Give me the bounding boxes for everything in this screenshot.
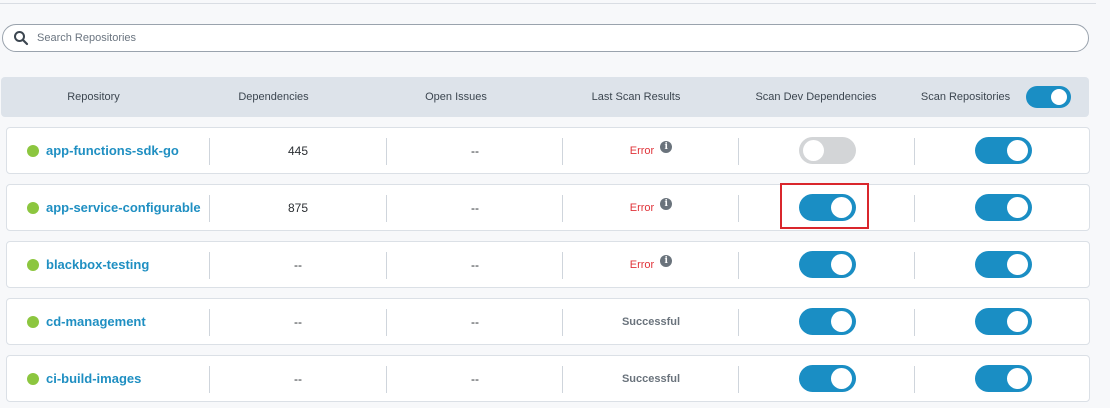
info-icon[interactable]: i — [660, 140, 673, 153]
toggle-knob — [1006, 197, 1028, 218]
last-scan-status: Error — [629, 201, 655, 214]
last-scan-status: Error — [629, 258, 655, 271]
repository-cell: cd-management — [27, 299, 217, 344]
dependencies-cell: 445 — [210, 128, 386, 173]
open-issues-value: -- — [471, 200, 479, 215]
last-scan-status: Successful — [621, 372, 681, 385]
last-scan-cell: Error i — [563, 185, 739, 230]
info-icon[interactable]: i — [660, 197, 673, 210]
status-dot-icon — [27, 144, 39, 157]
table-row[interactable]: blackbox-testing -- -- Error i — [6, 241, 1090, 288]
toggle-knob — [1051, 89, 1067, 105]
toggle-knob — [830, 368, 852, 389]
column-header-last-scan-results[interactable]: Last Scan Results — [551, 77, 721, 117]
repository-name-link[interactable]: blackbox-testing — [46, 257, 149, 272]
last-scan-cell: Error i — [563, 242, 739, 287]
scan-repository-toggle[interactable] — [974, 365, 1032, 392]
open-issues-cell: -- — [387, 356, 563, 401]
scan-repo-cell — [915, 242, 1091, 287]
search-bar[interactable] — [2, 24, 1089, 52]
repositories-page: Repository Dependencies Open Issues Last… — [0, 0, 1110, 408]
status-dot-icon — [27, 315, 39, 328]
info-icon[interactable]: i — [660, 254, 673, 267]
divider — [0, 3, 1096, 4]
column-header-repository[interactable]: Repository — [1, 77, 186, 117]
table-row[interactable]: app-service-configurable 875 -- Error i — [6, 184, 1090, 231]
repository-cell: app-functions-sdk-go — [27, 128, 217, 173]
dependencies-value: -- — [294, 314, 302, 329]
column-header-dependencies[interactable]: Dependencies — [186, 77, 361, 117]
repository-cell: blackbox-testing — [27, 242, 217, 287]
open-issues-value: -- — [471, 143, 479, 158]
scan-dev-cell — [739, 242, 915, 287]
scan-repository-toggle[interactable] — [974, 308, 1032, 335]
scan-repository-toggle[interactable] — [974, 137, 1032, 164]
toggle-knob — [830, 254, 852, 275]
repository-name-link[interactable]: ci-build-images — [46, 371, 141, 386]
toggle-knob — [802, 140, 824, 161]
dependencies-value: 875 — [287, 200, 309, 215]
status-dot-icon — [27, 201, 39, 214]
dependencies-value: -- — [294, 371, 302, 386]
column-header-open-issues[interactable]: Open Issues — [361, 77, 551, 117]
scan-all-repositories-toggle[interactable] — [1026, 86, 1071, 108]
dependencies-value: 445 — [287, 143, 309, 158]
dependencies-cell: -- — [210, 356, 386, 401]
scan-repository-toggle[interactable] — [974, 194, 1032, 221]
toggle-knob — [1006, 140, 1028, 161]
status-dot-icon — [27, 258, 39, 271]
repository-cell: app-service-configurable — [27, 185, 217, 230]
last-scan-cell: Error i — [563, 128, 739, 173]
scan-repository-toggle[interactable] — [974, 251, 1032, 278]
toggle-knob — [1006, 368, 1028, 389]
open-issues-value: -- — [471, 371, 479, 386]
search-icon — [14, 31, 29, 46]
toggle-knob — [1006, 254, 1028, 275]
open-issues-cell: -- — [387, 299, 563, 344]
dependencies-cell: 875 — [210, 185, 386, 230]
open-issues-cell: -- — [387, 128, 563, 173]
repository-name-link[interactable]: cd-management — [46, 314, 146, 329]
open-issues-cell: -- — [387, 185, 563, 230]
highlight-box — [780, 183, 869, 229]
search-input[interactable] — [37, 32, 1037, 44]
status-dot-icon — [27, 372, 39, 385]
open-issues-value: -- — [471, 257, 479, 272]
column-header-scan-dev-dependencies[interactable]: Scan Dev Dependencies — [721, 77, 911, 117]
scan-repo-cell — [915, 185, 1091, 230]
scan-dev-dependencies-toggle[interactable] — [798, 137, 856, 164]
scan-dev-cell — [739, 299, 915, 344]
table-row[interactable]: app-functions-sdk-go 445 -- Error i — [6, 127, 1090, 174]
scan-dev-cell — [739, 128, 915, 173]
last-scan-status: Error — [629, 144, 655, 157]
scan-repo-cell — [915, 299, 1091, 344]
table-header: Repository Dependencies Open Issues Last… — [1, 77, 1089, 117]
repository-cell: ci-build-images — [27, 356, 217, 401]
scan-repo-cell — [915, 128, 1091, 173]
scan-dev-cell — [739, 356, 915, 401]
open-issues-value: -- — [471, 314, 479, 329]
toggle-knob — [1006, 311, 1028, 332]
toggle-knob — [830, 311, 852, 332]
repository-name-link[interactable]: app-service-configurable — [46, 200, 201, 215]
repository-name-link[interactable]: app-functions-sdk-go — [46, 143, 179, 158]
scan-dev-dependencies-toggle[interactable] — [798, 308, 856, 335]
dependencies-cell: -- — [210, 299, 386, 344]
open-issues-cell: -- — [387, 242, 563, 287]
scan-dev-dependencies-toggle[interactable] — [798, 251, 856, 278]
dependencies-value: -- — [294, 257, 302, 272]
last-scan-cell: Successful — [563, 299, 739, 344]
dependencies-cell: -- — [210, 242, 386, 287]
scan-repo-cell — [915, 356, 1091, 401]
scan-dev-dependencies-toggle[interactable] — [798, 365, 856, 392]
last-scan-status: Successful — [621, 315, 681, 328]
table-row[interactable]: cd-management -- -- Successful — [6, 298, 1090, 345]
column-header-scan-repositories[interactable]: Scan Repositories — [913, 77, 1018, 117]
last-scan-cell: Successful — [563, 356, 739, 401]
table-row[interactable]: ci-build-images -- -- Successful — [6, 355, 1090, 402]
